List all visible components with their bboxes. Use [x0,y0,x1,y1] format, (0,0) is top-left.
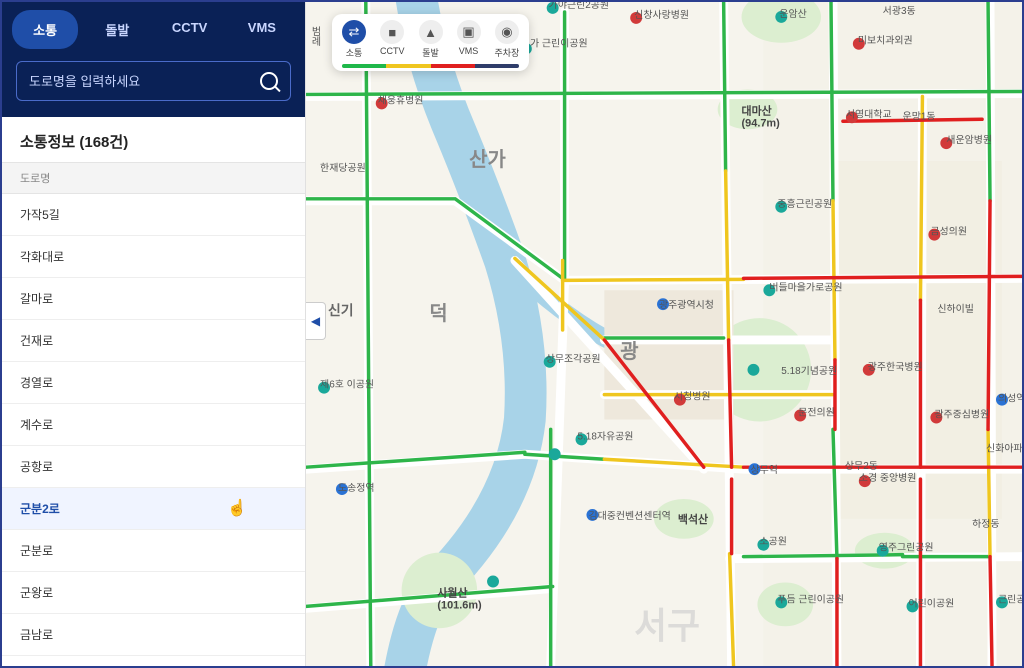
road-item[interactable]: 군분로 [2,530,305,572]
map-label: 도송정역 [338,482,375,494]
map-label: 서광3동 [883,5,916,17]
legend-label: 소통 [346,46,363,59]
tab-traffic[interactable]: 소통 [12,10,78,49]
map-label: 산가 [469,149,506,171]
map-label: 중흥근린공원 [777,197,832,210]
legend-label: 돌발 [422,46,439,59]
map-label: 가야근린2공원 [549,2,609,11]
map-label: 채웅휴병원 [378,94,424,106]
legend-label: VMS [459,46,479,56]
road-item[interactable]: 금봉로 [2,656,305,666]
legend-item-cctv[interactable]: ■ CCTV [380,20,405,56]
sidebar: 소통돌발CCTVVMS 소통정보 (168건) 도로명 가작5길각화대로갈마로건… [2,2,306,666]
map-label: 운암산 [779,8,806,20]
search-input[interactable] [29,74,260,89]
legend-color-bar [342,64,519,68]
road-item[interactable]: 군왕로 [2,572,305,614]
info-title: 소통정보 (168건) [2,117,305,162]
map-label: 신가 근린이공원 [521,38,588,50]
road-item[interactable]: 군분2로☝ [2,488,305,530]
map-label: 광주광역시청 [659,299,714,311]
map-label: (101.6m) [437,599,482,611]
map-label: 시청병원 [674,391,711,403]
map-label: 문전의원 [798,407,835,419]
column-header: 도로명 [2,162,305,194]
map-legend: ⇄ 소통 ■ CCTV ▲ 돌발 ▣ VMS ◉ 주차장 [332,14,529,71]
top-nav: 소통돌발CCTVVMS [2,2,305,49]
map-label: 신창사랑병원 [634,9,689,21]
legend-item-traffic[interactable]: ⇄ 소통 [342,20,366,59]
map-label: (94.7m) [742,117,781,129]
map-label: 서영대학교 [846,108,892,120]
map-label: 상무역 [750,464,777,476]
legend-item-vms[interactable]: ▣ VMS [457,20,481,56]
road-list[interactable]: 가작5길각화대로갈마로건재로경열로계수로공항로군분2로☝군분로군왕로금남로금봉로… [2,194,305,666]
map-label: 영주그린공원 [879,542,934,554]
map-label: 어린이공원 [909,597,955,609]
vms-icon: ▣ [457,20,481,44]
cctv-icon: ■ [380,20,404,44]
map-label: 상무2동 [845,460,878,472]
map-label: 한재당공원 [320,162,366,174]
traffic-icon: ⇄ [342,20,366,44]
map-label: 김대중컨벤션센터역 [588,510,670,522]
road-item[interactable]: 계수로 [2,404,305,446]
search-bar [2,49,305,117]
legend-label: CCTV [380,46,405,56]
map-label: 제6호 이공원 [320,379,374,391]
map-label: 5.18자유공원 [578,430,634,442]
collapse-handle[interactable]: ◀ [306,302,326,340]
cursor-icon: ☝ [227,498,247,518]
incident-icon: ▲ [419,20,443,44]
map-label: 하정동 [972,517,999,530]
map-label: 대마산 [742,103,772,117]
map-label: 덕 [429,303,447,325]
road-item[interactable]: 공항로 [2,446,305,488]
map-label: 상무조각공원 [546,353,601,365]
search-box[interactable] [16,61,291,101]
road-item[interactable]: 갈마로 [2,278,305,320]
map-label: 푸듬 근린이공원 [777,593,844,605]
map-label: 운망1동 [903,110,936,122]
road-item[interactable]: 각화대로 [2,236,305,278]
legend-label: 주차장 [495,46,520,59]
map-label: 광 [620,341,638,363]
map-label: 광주한국병원 [868,361,923,373]
district-name: 서구 [634,606,700,646]
legend-item-parking[interactable]: ◉ 주차장 [495,20,520,59]
tab-cctv[interactable]: CCTV [157,10,223,49]
map-label: 버들마을가로공원 [769,281,842,293]
map-label: 미보치과외권 [858,35,913,47]
road-item[interactable]: 금남로 [2,614,305,656]
map-canvas[interactable]: 서구 광 산가덕 신기 대마산(94.7m) 사월산(101.6m) 백석산 가야근린… [306,2,1022,666]
map-label: 새운암병원 [946,134,992,146]
map-label: 5.18기념공원 [781,365,837,377]
map-label: 의성역 [998,393,1022,405]
map-label: 근린공원 [998,593,1022,605]
map-label: 소공원 [759,536,786,548]
legend-side-label: 범례 [310,26,322,46]
map-label: 광주중심병원 [934,408,989,420]
tab-vms[interactable]: VMS [229,10,295,49]
tab-incident[interactable]: 돌발 [84,10,150,49]
parking-icon: ◉ [495,20,519,44]
map-label: 백석산 [678,512,708,526]
legend-item-incident[interactable]: ▲ 돌발 [419,20,443,59]
map-label: 신하이빌 [937,302,974,315]
map-label: 사월산 [437,585,467,599]
map-label: 금성의원 [930,226,967,238]
road-item[interactable]: 가작5길 [2,194,305,236]
map-label: 신화아파트 [986,442,1022,454]
road-item[interactable]: 경열로 [2,362,305,404]
road-item[interactable]: 건재로 [2,320,305,362]
map-label: 소경 중앙병원 [859,471,917,484]
search-icon[interactable] [260,72,278,90]
map-label: 신기 [328,302,354,318]
map[interactable]: 범례 ⇄ 소통 ■ CCTV ▲ 돌발 ▣ VMS ◉ 주차장 ◀ [306,2,1022,666]
